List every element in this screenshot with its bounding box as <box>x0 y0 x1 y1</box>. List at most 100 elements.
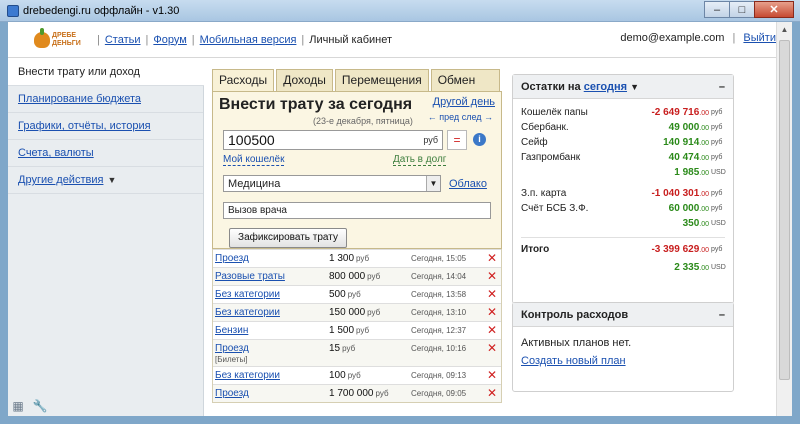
scroll-up-icon[interactable]: ▲ <box>777 22 792 38</box>
other-day-link[interactable]: Другой день <box>433 96 495 108</box>
plans-header: Контроль расходов – <box>513 303 733 327</box>
account-name: Счёт БСБ З.Ф. <box>521 203 589 214</box>
logout-link[interactable]: Выйти <box>743 32 776 44</box>
sidebar-item-other[interactable]: Другие действия ▼ <box>8 167 203 194</box>
cloud-link[interactable]: Облако <box>449 178 487 190</box>
tx-category[interactable]: Без категории <box>215 289 280 300</box>
account-currency: руб <box>711 139 723 146</box>
tx-category[interactable]: Без категории <box>215 370 280 381</box>
wrench-icon[interactable]: 🔧 <box>32 398 48 414</box>
total-rub-currency: руб <box>711 246 723 253</box>
delete-icon[interactable]: ✕ <box>487 324 497 336</box>
delete-icon[interactable]: ✕ <box>487 342 497 354</box>
delete-icon[interactable]: ✕ <box>487 252 497 264</box>
account-amount: 60 000.00 <box>668 203 709 214</box>
delete-icon[interactable]: ✕ <box>487 369 497 381</box>
category-select[interactable]: Медицина ▼ <box>223 175 441 192</box>
prev-next-nav[interactable]: ← пред след → <box>428 112 493 122</box>
balance-row: Кошелёк папы -2 649 716.00 руб <box>513 105 733 120</box>
tx-time: Сегодня, 15:05 <box>411 254 467 263</box>
balances-title: Остатки на <box>521 81 581 93</box>
sidebar-item-accounts[interactable]: Счета, валюты <box>8 140 203 167</box>
table-row: Проезд 1 700 000 руб Сегодня, 09:05 ✕ <box>213 384 501 402</box>
tx-time: Сегодня, 13:58 <box>411 290 467 299</box>
balances-date-link[interactable]: сегодня <box>584 81 627 93</box>
sidebar-item-add-transaction[interactable]: Внести трату или доход <box>8 59 204 86</box>
transaction-list: Проезд 1 300 руб Сегодня, 15:05 ✕ Разовые… <box>212 249 502 403</box>
tx-category[interactable]: Разовые траты <box>215 271 285 282</box>
chevron-down-icon[interactable]: ▼ <box>426 176 440 191</box>
table-row: Разовые траты 800 000 руб Сегодня, 14:04 … <box>213 267 501 285</box>
amount-input[interactable]: 100500 руб <box>223 130 443 150</box>
delete-icon[interactable]: ✕ <box>487 387 497 399</box>
logo[interactable]: ДРЕБЕ ДЕНЬГИ <box>34 27 84 48</box>
table-row: Без категории 500 руб Сегодня, 13:58 ✕ <box>213 285 501 303</box>
amount-value: 100500 <box>228 132 275 148</box>
tx-category[interactable]: Бензин <box>215 325 248 336</box>
nav-articles-link[interactable]: Статьи <box>105 34 141 46</box>
nav-forum-link[interactable]: Форум <box>153 34 186 46</box>
category-value: Медицина <box>228 178 281 190</box>
comment-input[interactable]: Вызов врача <box>223 202 491 219</box>
vertical-scrollbar[interactable]: ▲ <box>776 22 792 416</box>
delete-icon[interactable]: ✕ <box>487 270 497 282</box>
collapse-icon[interactable]: – <box>719 75 725 99</box>
top-header: ДРЕБЕ ДЕНЬГИ | Статьи | Форум | Мобильна… <box>8 22 776 58</box>
create-plan-link[interactable]: Создать новый план <box>521 355 626 367</box>
account-amount: -1 040 301.00 <box>651 188 709 199</box>
lend-link[interactable]: Дать в долг <box>393 154 447 166</box>
tx-amount: 1 300 руб <box>329 253 370 264</box>
sidebar-item-label[interactable]: Счета, валюты <box>18 147 94 159</box>
sidebar-item-label[interactable]: Планирование бюджета <box>18 93 141 105</box>
tx-category[interactable]: Без категории <box>215 307 280 318</box>
submit-expense-button[interactable]: Зафиксировать трату <box>229 228 347 248</box>
sidebar-item-label[interactable]: Другие действия <box>18 174 103 186</box>
balance-row: Газпромбанк 40 474.00 руб <box>513 150 733 165</box>
nav-mobile-link[interactable]: Мобильная версия <box>200 34 297 46</box>
tab-income[interactable]: Доходы <box>276 69 333 91</box>
account-currency: руб <box>711 109 723 116</box>
tx-time: Сегодня, 14:04 <box>411 272 467 281</box>
tx-category[interactable]: Проезд <box>215 253 249 264</box>
user-email: demo@example.com <box>620 32 725 44</box>
table-row: Без категории 150 000 руб Сегодня, 13:10 … <box>213 303 501 321</box>
tx-category[interactable]: Проезд <box>215 343 249 354</box>
account-name: Газпромбанк <box>521 152 581 163</box>
minimize-icon[interactable]: – <box>704 1 730 18</box>
total-rub-amount: -3 399 629.00 <box>651 244 709 255</box>
calculate-button[interactable]: = <box>447 130 467 150</box>
table-row: Без категории 100 руб Сегодня, 09:13 ✕ <box>213 366 501 384</box>
account-amount: 1 985.00 <box>674 167 709 178</box>
scroll-thumb[interactable] <box>779 40 790 380</box>
table-row: Проезд [Билеты] 15 руб Сегодня, 10:16 ✕ <box>213 339 501 366</box>
divider <box>521 237 725 238</box>
sidebar-item-reports[interactable]: Графики, отчёты, история <box>8 113 203 140</box>
tx-amount: 500 руб <box>329 289 361 300</box>
collapse-icon[interactable]: – <box>719 303 725 327</box>
comment-value: Вызов врача <box>228 205 287 216</box>
tx-category[interactable]: Проезд <box>215 388 249 399</box>
total-usd-amount: 2 335.00 <box>674 262 709 273</box>
delete-icon[interactable]: ✕ <box>487 288 497 300</box>
logo-text: ДРЕБЕ ДЕНЬГИ <box>52 31 81 47</box>
account-amount: -2 649 716.00 <box>651 107 709 118</box>
delete-icon[interactable]: ✕ <box>487 306 497 318</box>
tab-expenses[interactable]: Расходы <box>212 69 275 91</box>
tx-amount: 1 700 000 руб <box>329 388 389 399</box>
amount-currency[interactable]: руб <box>423 135 438 145</box>
info-icon[interactable]: i <box>473 133 486 146</box>
sidebar-item-budget[interactable]: Планирование бюджета <box>8 86 203 113</box>
balance-row: Сбербанк. 49 000.00 руб <box>513 120 733 135</box>
dropdown-arrow-icon[interactable]: ▼ <box>630 82 639 92</box>
tab-exchange[interactable]: Обмен валют <box>430 69 500 108</box>
calculator-icon[interactable]: ▦ <box>10 398 26 414</box>
close-icon[interactable]: ✕ <box>754 1 794 18</box>
maximize-icon[interactable]: □ <box>729 1 755 18</box>
wallet-selector[interactable]: Мой кошелёк <box>223 154 285 166</box>
sidebar-item-label[interactable]: Графики, отчёты, история <box>18 120 151 132</box>
form-date: (23-е декабря, пятница) <box>313 116 413 126</box>
app-client: ДРЕБЕ ДЕНЬГИ | Статьи | Форум | Мобильна… <box>8 22 792 416</box>
balance-row: Сейф 140 914.00 руб <box>513 135 733 150</box>
tab-transfers[interactable]: Перемещения <box>334 69 429 91</box>
transaction-panel: Расходы Доходы Перемещения Обмен валют В… <box>212 69 502 403</box>
